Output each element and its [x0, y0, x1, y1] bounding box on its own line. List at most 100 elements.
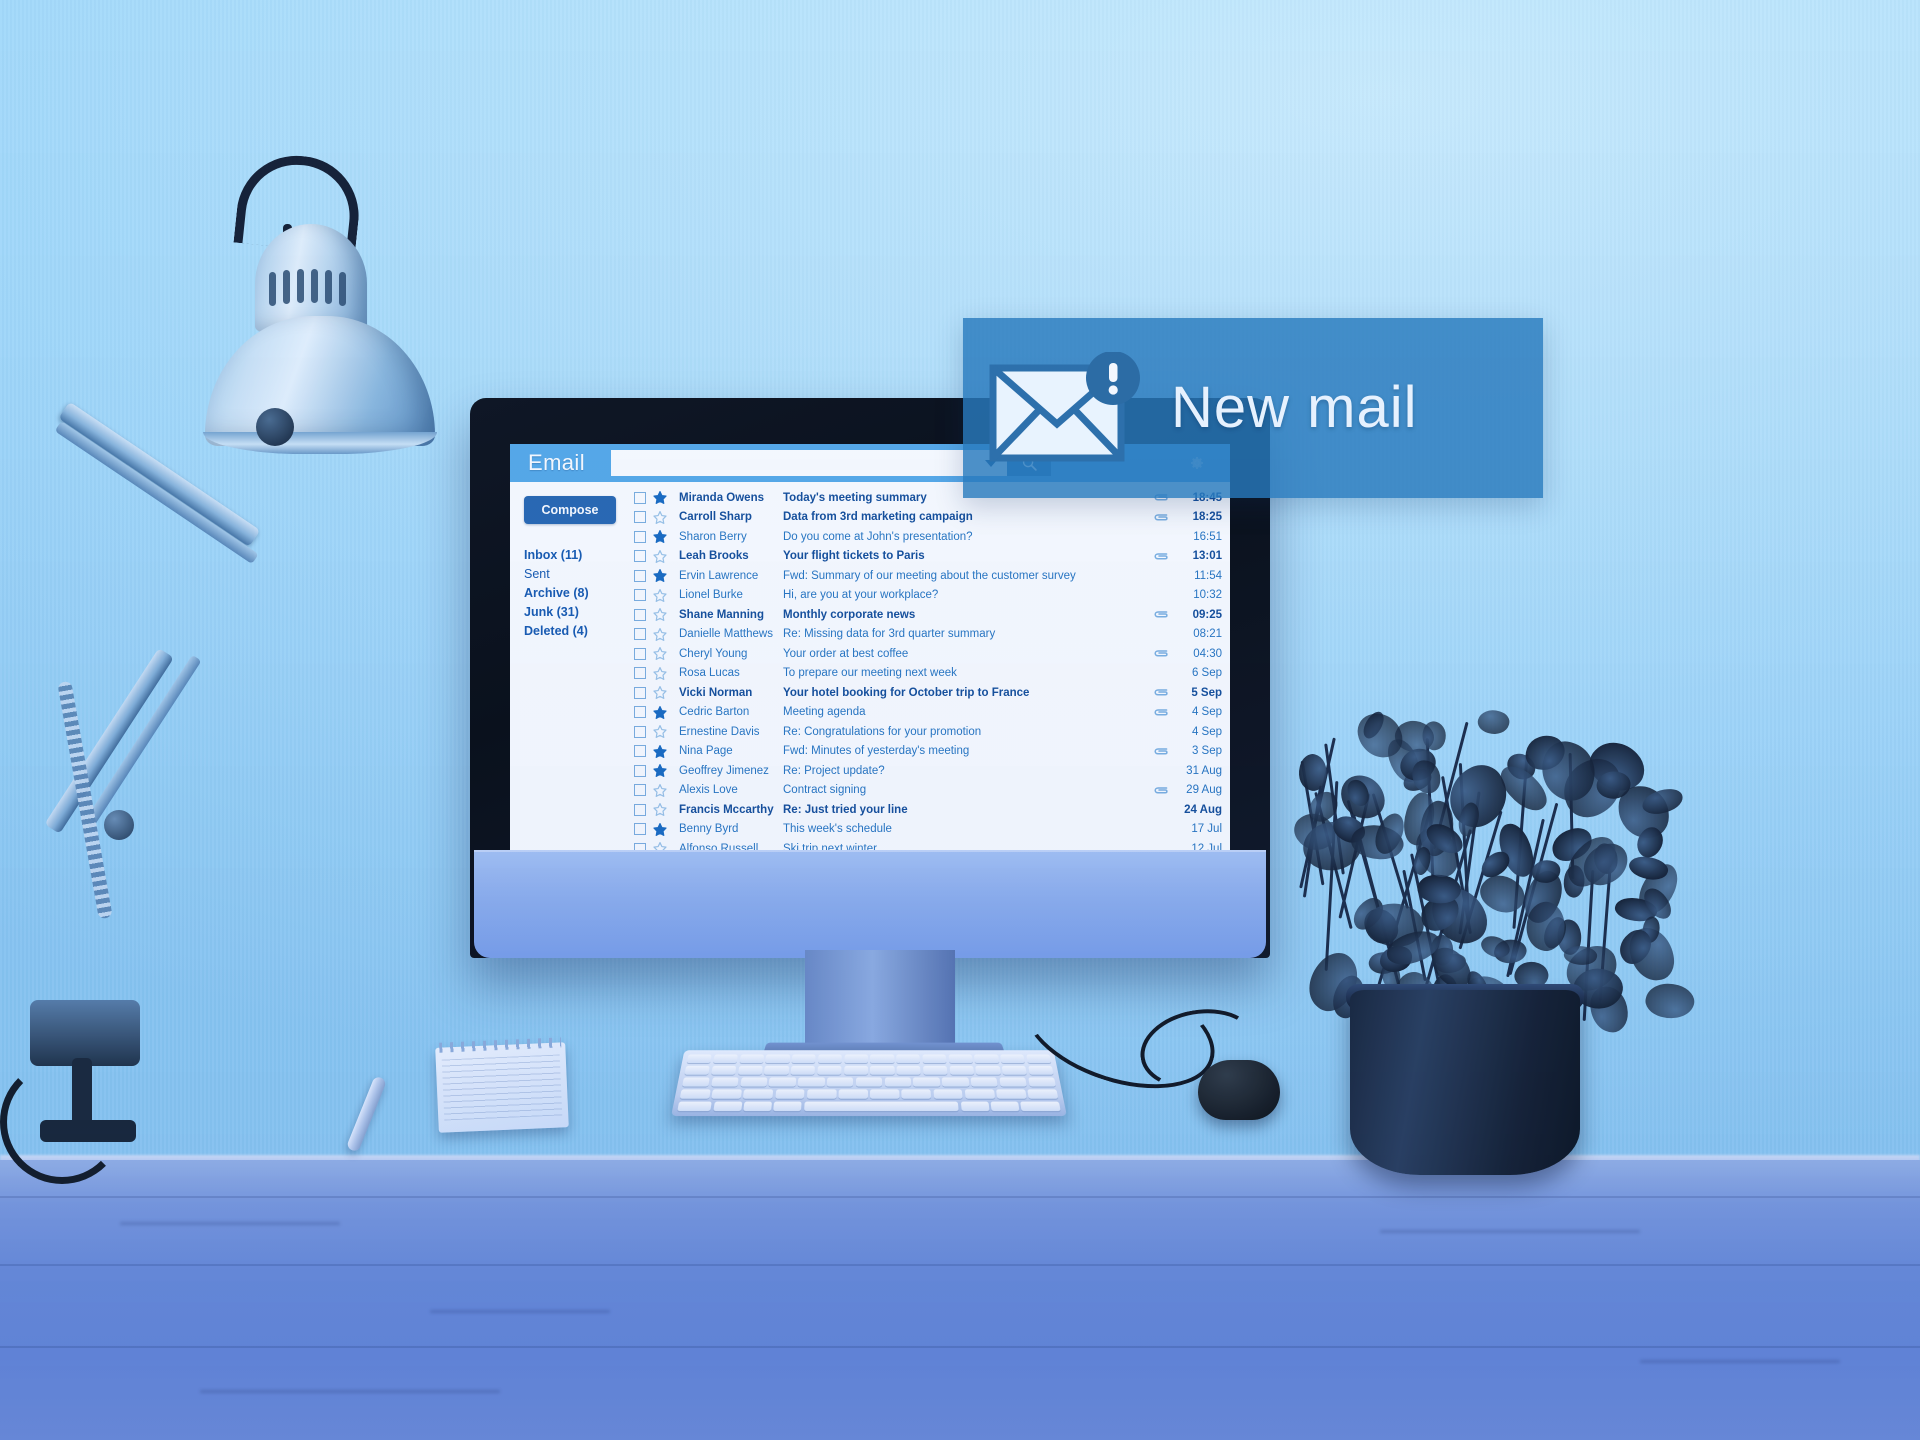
select-checkbox[interactable] — [634, 686, 646, 699]
keyboard-key[interactable] — [817, 1054, 842, 1064]
keyboard-key[interactable] — [1001, 1065, 1028, 1076]
select-checkbox[interactable] — [634, 706, 646, 719]
sidebar-folder[interactable]: Deleted (4) — [516, 622, 634, 641]
message-row[interactable]: Alexis Love Contract signing 29 Aug — [634, 781, 1230, 801]
star-toggle[interactable] — [653, 627, 667, 642]
keyboard-key[interactable] — [803, 1101, 959, 1112]
select-checkbox[interactable] — [634, 511, 646, 524]
star-toggle[interactable] — [653, 686, 667, 700]
keyboard-key[interactable] — [913, 1077, 941, 1087]
keyboard-key[interactable] — [765, 1054, 790, 1064]
keyboard-key[interactable] — [1026, 1054, 1052, 1064]
message-row[interactable]: Alfonso Russell Ski trip next winter 12 Ju… — [634, 839, 1230, 850]
keyboard-key[interactable] — [737, 1065, 763, 1076]
message-row[interactable]: Benny Byrd This week's schedule 17 Jul — [634, 820, 1230, 840]
keyboard-key[interactable] — [922, 1054, 947, 1064]
keyboard-key[interactable] — [975, 1065, 1001, 1076]
search-input[interactable] — [611, 450, 1008, 476]
star-toggle[interactable] — [653, 608, 667, 622]
keyboard-key[interactable] — [773, 1101, 802, 1112]
keyboard-key[interactable] — [896, 1054, 921, 1064]
keyboard-key[interactable] — [679, 1089, 711, 1099]
select-checkbox[interactable] — [634, 647, 646, 660]
select-checkbox[interactable] — [634, 725, 646, 738]
message-row[interactable]: Nina Page Fwd: Minutes of yesterday's mee… — [634, 742, 1230, 762]
keyboard-key[interactable] — [948, 1054, 973, 1064]
message-row[interactable]: Francis Mccarthy Re: Just tried your line… — [634, 800, 1230, 820]
select-checkbox[interactable] — [634, 608, 646, 621]
keyboard-key[interactable] — [970, 1077, 999, 1087]
keyboard-key[interactable] — [817, 1065, 842, 1076]
select-checkbox[interactable] — [634, 569, 646, 582]
select-checkbox[interactable] — [634, 803, 646, 816]
select-checkbox[interactable] — [634, 530, 646, 543]
message-row[interactable]: Lionel Burke Hi, are you at your workplac… — [634, 586, 1230, 606]
message-row[interactable]: Geoffrey Jimenez Re: Project update? 31 Au… — [634, 761, 1230, 781]
sidebar-folder[interactable]: Archive (8) — [516, 584, 634, 603]
message-row[interactable]: Danielle Matthews Re: Missing data for 3r… — [634, 625, 1230, 645]
compose-button[interactable]: Compose — [524, 496, 616, 524]
star-toggle[interactable] — [653, 530, 667, 544]
message-row[interactable]: Vicki Norman Your hotel booking for Octob… — [634, 683, 1230, 703]
keyboard-key[interactable] — [884, 1077, 912, 1087]
keyboard-key[interactable] — [964, 1089, 995, 1099]
keyboard-key[interactable] — [1027, 1089, 1059, 1099]
keyboard-key[interactable] — [677, 1101, 713, 1112]
keyboard-key[interactable] — [843, 1054, 868, 1064]
select-checkbox[interactable] — [634, 550, 646, 563]
keyboard-key[interactable] — [712, 1054, 738, 1064]
keyboard-key[interactable] — [826, 1077, 854, 1087]
star-toggle[interactable] — [653, 764, 667, 778]
star-toggle[interactable] — [653, 569, 667, 583]
keyboard-key[interactable] — [743, 1089, 774, 1099]
message-row[interactable]: Carroll Sharp Data from 3rd marketing cam… — [634, 508, 1230, 528]
star-toggle[interactable] — [653, 666, 667, 681]
keyboard-key[interactable] — [710, 1065, 737, 1076]
message-row[interactable]: Leah Brooks Your flight tickets to Paris 1… — [634, 547, 1230, 567]
star-toggle[interactable] — [653, 549, 667, 564]
keyboard-key[interactable] — [843, 1065, 868, 1076]
star-toggle[interactable] — [653, 783, 667, 798]
keyboard-key[interactable] — [974, 1054, 999, 1064]
keyboard-key[interactable] — [711, 1077, 739, 1087]
keyboard-key[interactable] — [1027, 1065, 1054, 1076]
select-checkbox[interactable] — [634, 589, 646, 602]
star-toggle[interactable] — [653, 588, 667, 603]
keyboard-key[interactable] — [855, 1077, 883, 1087]
star-toggle[interactable] — [653, 647, 667, 661]
sidebar-folder[interactable]: Sent — [516, 565, 634, 584]
keyboard-key[interactable] — [768, 1077, 797, 1087]
keyboard-key[interactable] — [682, 1077, 711, 1087]
select-checkbox[interactable] — [634, 842, 646, 850]
keyboard-key[interactable] — [901, 1089, 932, 1099]
keyboard-key[interactable] — [797, 1077, 825, 1087]
keyboard-key[interactable] — [806, 1089, 837, 1099]
message-row[interactable]: Cedric Barton Meeting agenda 4 Sep — [634, 703, 1230, 723]
keyboard-key[interactable] — [739, 1054, 764, 1064]
keyboard-key[interactable] — [870, 1089, 900, 1099]
keyboard[interactable] — [671, 1050, 1067, 1117]
keyboard-key[interactable] — [1000, 1054, 1026, 1064]
select-checkbox[interactable] — [634, 667, 646, 680]
star-toggle[interactable] — [653, 725, 667, 739]
message-row[interactable]: Rosa Lucas To prepare our meeting next we… — [634, 664, 1230, 684]
star-toggle[interactable] — [653, 822, 667, 837]
star-toggle[interactable] — [653, 744, 667, 759]
keyboard-key[interactable] — [1027, 1077, 1056, 1087]
keyboard-key[interactable] — [713, 1101, 743, 1112]
message-row[interactable]: Ernestine Davis Re: Congratulations for y… — [634, 722, 1230, 742]
message-row[interactable]: Sharon Berry Do you come at John's presen… — [634, 527, 1230, 547]
keyboard-key[interactable] — [774, 1089, 805, 1099]
keyboard-key[interactable] — [941, 1077, 970, 1087]
keyboard-key[interactable] — [870, 1054, 895, 1064]
keyboard-key[interactable] — [838, 1089, 868, 1099]
new-mail-notification[interactable]: New mail — [963, 318, 1543, 498]
keyboard-key[interactable] — [999, 1077, 1027, 1087]
keyboard-key[interactable] — [739, 1077, 768, 1087]
keyboard-key[interactable] — [933, 1089, 964, 1099]
keyboard-key[interactable] — [896, 1065, 921, 1076]
star-toggle[interactable] — [653, 842, 667, 850]
select-checkbox[interactable] — [634, 784, 646, 797]
sidebar-folder[interactable]: Inbox (11) — [516, 546, 634, 565]
select-checkbox[interactable] — [634, 628, 646, 641]
